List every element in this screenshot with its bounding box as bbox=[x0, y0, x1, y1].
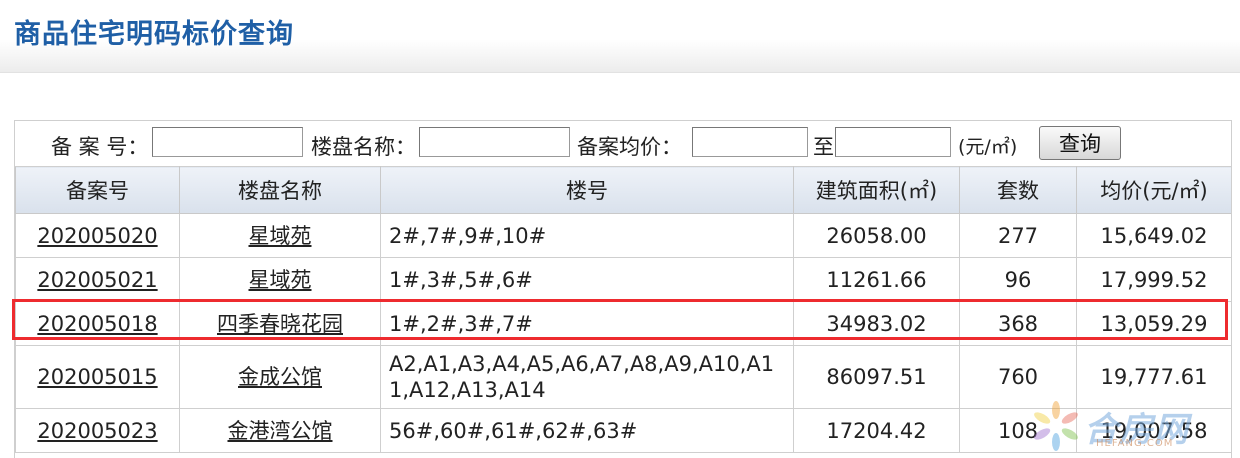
avg-price-from-input[interactable] bbox=[692, 127, 808, 157]
table-row: 202005015 金成公馆 A2,A1,A3,A4,A5,A6,A7,A8,A… bbox=[15, 345, 1231, 409]
units-cell: 108 bbox=[959, 408, 1077, 453]
avg-price-cell: 19,007.58 bbox=[1076, 408, 1231, 453]
buildings-cell: 2#,7#,9#,10# bbox=[380, 213, 794, 258]
record-no-link[interactable]: 202005018 bbox=[37, 312, 157, 336]
avg-price-label: 备案均价： bbox=[577, 135, 682, 159]
page-header: 商品住宅明码标价查询 bbox=[0, 0, 1240, 73]
table-row: 202005021 星域苑 1#,3#,5#,6# 11261.66 96 17… bbox=[15, 257, 1231, 302]
record-no-link[interactable]: 202005023 bbox=[37, 419, 157, 443]
area-cell: 17204.42 bbox=[793, 408, 960, 453]
project-name-link[interactable]: 金港湾公馆 bbox=[228, 419, 333, 443]
unit-label: (元/㎡) bbox=[958, 136, 1018, 158]
project-name-label: 楼盘名称： bbox=[311, 135, 416, 159]
query-button[interactable]: 查询 bbox=[1039, 126, 1121, 160]
header-record-no: 备案号 bbox=[15, 166, 180, 214]
buildings-cell: A2,A1,A3,A4,A5,A6,A7,A8,A9,A10,A11,A12,A… bbox=[380, 345, 794, 409]
avg-price-cell: 13,059.29 bbox=[1076, 301, 1231, 346]
record-no-link[interactable]: 202005015 bbox=[37, 365, 157, 389]
page-title: 商品住宅明码标价查询 bbox=[14, 19, 294, 50]
buildings-cell: 56#,60#,61#,62#,63# bbox=[380, 408, 794, 453]
project-name-link[interactable]: 星域苑 bbox=[249, 224, 312, 248]
area-cell: 11261.66 bbox=[793, 257, 960, 302]
to-label: 至 bbox=[813, 135, 834, 159]
table-row: 202005020 星域苑 2#,7#,9#,10# 26058.00 277 … bbox=[15, 213, 1231, 258]
search-bar: 备 案 号： 楼盘名称： 备案均价： 至 (元/㎡) 查询 bbox=[15, 121, 1231, 166]
units-cell: 96 bbox=[959, 257, 1077, 302]
buildings-cell: 1#,2#,3#,7# bbox=[380, 301, 794, 346]
units-cell: 368 bbox=[959, 301, 1077, 346]
area-cell: 86097.51 bbox=[793, 345, 960, 409]
area-cell: 34983.02 bbox=[793, 301, 960, 346]
header-project-name: 楼盘名称 bbox=[179, 166, 381, 214]
table-row: 202005023 金港湾公馆 56#,60#,61#,62#,63# 1720… bbox=[15, 408, 1231, 453]
avg-price-to-input[interactable] bbox=[835, 127, 951, 157]
avg-price-cell: 15,649.02 bbox=[1076, 213, 1231, 258]
header-units: 套数 bbox=[959, 166, 1077, 214]
table-header-row: 备案号 楼盘名称 楼号 建筑面积(㎡) 套数 均价(元/㎡) bbox=[15, 166, 1231, 214]
table-row-highlighted: 202005018 四季春晓花园 1#,2#,3#,7# 34983.02 36… bbox=[15, 301, 1231, 346]
record-no-link[interactable]: 202005020 bbox=[37, 224, 157, 248]
header-buildings: 楼号 bbox=[380, 166, 794, 214]
units-cell: 277 bbox=[959, 213, 1077, 258]
project-name-input[interactable] bbox=[419, 127, 570, 157]
query-panel: 备 案 号： 楼盘名称： 备案均价： 至 (元/㎡) 查询 备案号 楼盘名称 楼… bbox=[14, 120, 1232, 458]
record-no-input[interactable] bbox=[152, 127, 303, 157]
header-avg-price: 均价(元/㎡) bbox=[1076, 166, 1231, 214]
project-name-link[interactable]: 四季春晓花园 bbox=[217, 312, 343, 336]
header-area: 建筑面积(㎡) bbox=[793, 166, 960, 214]
buildings-cell: 1#,3#,5#,6# bbox=[380, 257, 794, 302]
record-no-link[interactable]: 202005021 bbox=[37, 268, 157, 292]
project-name-link[interactable]: 星域苑 bbox=[249, 268, 312, 292]
project-name-link[interactable]: 金成公馆 bbox=[238, 365, 322, 389]
area-cell: 26058.00 bbox=[793, 213, 960, 258]
avg-price-cell: 19,777.61 bbox=[1076, 345, 1231, 409]
listing-table: 备案号 楼盘名称 楼号 建筑面积(㎡) 套数 均价(元/㎡) 202005020… bbox=[15, 166, 1231, 453]
record-no-label: 备 案 号： bbox=[51, 135, 149, 159]
units-cell: 760 bbox=[959, 345, 1077, 409]
avg-price-cell: 17,999.52 bbox=[1076, 257, 1231, 302]
